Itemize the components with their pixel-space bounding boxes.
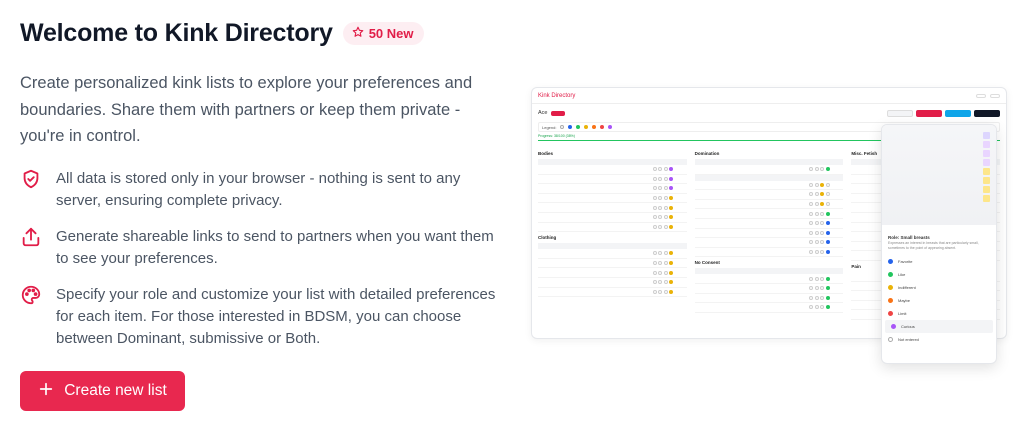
preview-option: Favorite	[882, 255, 996, 268]
preview-topbar: Kink Directory	[532, 88, 1006, 104]
preview-popup-description: Expresses an interest in breasts that ar…	[888, 241, 979, 250]
preview-legend-label: Legend:	[542, 124, 557, 130]
feature-list: All data is stored only in your browser …	[20, 168, 500, 350]
preview-category-title: Domination	[694, 151, 720, 156]
preview-category-title: Clothing	[538, 235, 557, 241]
preview-popup-title: Role: Small breasts	[888, 235, 930, 240]
palette-icon	[20, 284, 42, 306]
feature-text: Generate shareable links to send to part…	[56, 227, 494, 267]
preview-role-popup: Role: Small breasts Expresses an interes…	[881, 124, 997, 364]
intro-text: Create personalized kink lists to explor…	[20, 74, 473, 145]
preview-column: Domination No Consent	[694, 148, 844, 320]
preview-popup-list	[882, 125, 996, 225]
feature-item-customize: Specify your role and customize your lis…	[20, 284, 500, 350]
preview-option: Indifferent	[882, 281, 996, 294]
title-row: Welcome to Kink Directory 50 New	[20, 16, 500, 50]
preview-screenshot-button	[974, 109, 1000, 117]
preview-list-name: Ace	[538, 110, 548, 116]
preview-option: Limit	[882, 307, 996, 320]
new-badge: 50 New	[342, 21, 424, 45]
preview-option: Like	[882, 268, 996, 281]
preview-column: Bodies Clothing	[538, 148, 687, 320]
preview-category-title: Bodies	[538, 151, 554, 156]
welcome-panel: Welcome to Kink Directory 50 New Create …	[20, 16, 500, 364]
page-title: Welcome to Kink Directory	[20, 18, 333, 47]
feature-item-share: Generate shareable links to send to part…	[20, 226, 500, 270]
star-icon	[352, 26, 364, 41]
preview-option: Not entered	[882, 333, 996, 346]
preview-role-select	[887, 109, 913, 117]
plus-icon	[38, 381, 54, 402]
preview-app-name: Kink Directory	[538, 92, 576, 99]
preview-language-select	[976, 93, 986, 98]
preview-toolbar: Ace	[532, 104, 1006, 122]
feature-item-privacy: All data is stored only in your browser …	[20, 168, 500, 212]
preview-option-selected: Curious	[885, 320, 993, 333]
feature-text: Specify your role and customize your lis…	[56, 285, 496, 347]
create-new-list-label: Create new list	[64, 382, 167, 399]
preview-theme-select	[990, 93, 1000, 98]
preview-option: Maybe	[882, 294, 996, 307]
preview-create-button	[916, 109, 942, 117]
preview-list-chip	[551, 110, 566, 116]
badge-label: 50 New	[368, 25, 414, 41]
create-new-list-button[interactable]: Create new list	[20, 371, 185, 411]
shield-check-icon	[20, 168, 42, 190]
share-upload-icon	[20, 226, 42, 248]
feature-text: All data is stored only in your browser …	[56, 169, 461, 209]
preview-category-title: No Consent	[694, 260, 720, 266]
preview-share-button	[945, 109, 971, 117]
